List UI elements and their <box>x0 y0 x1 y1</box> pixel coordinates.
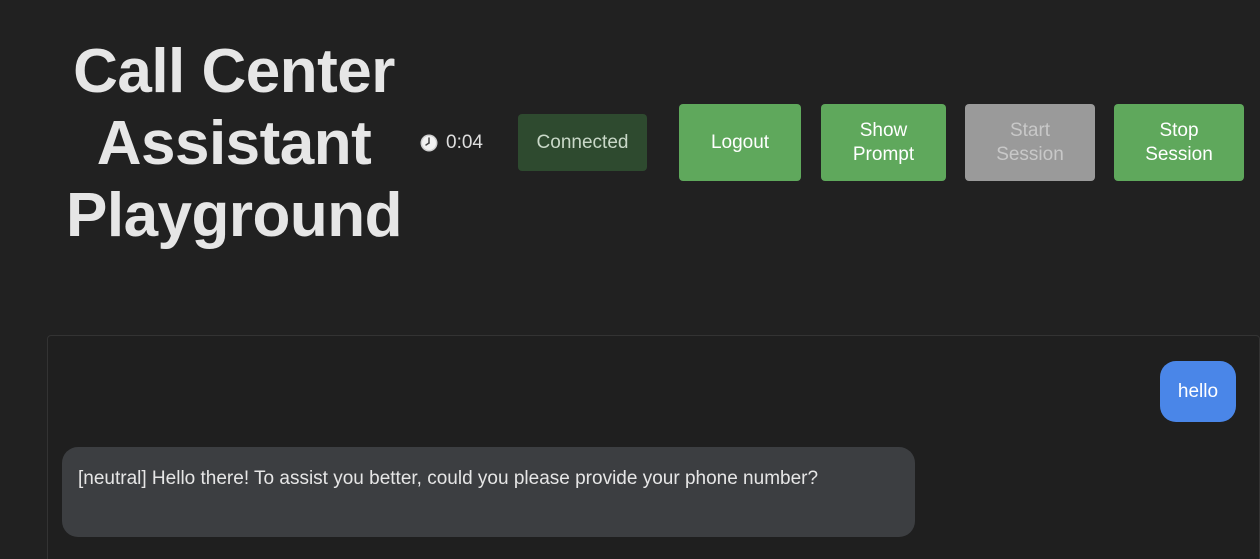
connection-status-badge: Connected <box>518 114 647 171</box>
clock-icon <box>420 134 438 152</box>
logout-button[interactable]: Logout <box>679 104 801 181</box>
show-prompt-button[interactable]: Show Prompt <box>821 104 946 181</box>
chat-message-assistant: [neutral] Hello there! To assist you bet… <box>62 447 915 537</box>
session-timer: 0:04 <box>420 130 483 156</box>
stop-session-button[interactable]: Stop Session <box>1114 104 1244 181</box>
start-session-button: Start Session <box>965 104 1095 181</box>
page-title: Call Center Assistant Playground <box>65 37 403 250</box>
timer-value: 0:04 <box>446 132 483 153</box>
chat-message-user: hello <box>1160 361 1236 422</box>
app-page: Call Center Assistant Playground 0:04 Co… <box>0 0 1260 559</box>
